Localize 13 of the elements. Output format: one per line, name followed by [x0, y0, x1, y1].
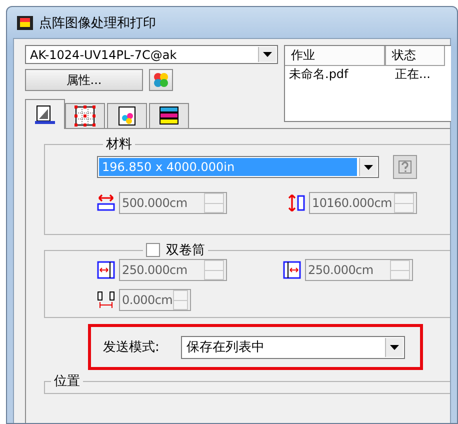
- media-dropdown[interactable]: 196.850 x 4000.000in: [97, 156, 379, 178]
- table-cell-text: 正在...: [394, 66, 432, 83]
- group-label: 位置: [53, 373, 81, 390]
- table-cell-text: 未命名.pdf: [288, 66, 350, 83]
- group-label: 材料: [105, 136, 133, 153]
- printer-dropdown[interactable]: AK-1024-UV14PL-7C@ak: [25, 45, 278, 64]
- column-header[interactable]: 作业: [285, 46, 385, 66]
- properties-button[interactable]: 属性...: [25, 69, 143, 91]
- window-title: 点阵图像处理和打印: [39, 14, 156, 32]
- column-header[interactable]: 状态: [385, 46, 445, 66]
- send-mode-dropdown[interactable]: 保存在列表中: [181, 336, 406, 358]
- send-mode-label: 发送模式:: [103, 339, 160, 356]
- checkbox-label: 双卷筒: [166, 242, 205, 259]
